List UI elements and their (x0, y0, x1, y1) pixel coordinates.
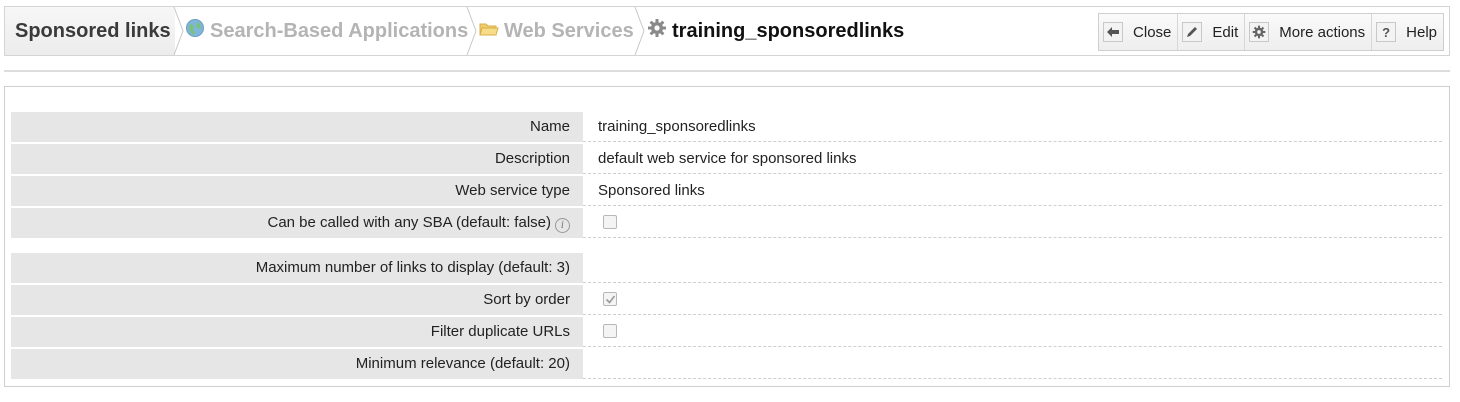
breadcrumb-current: training_sponsoredlinks (647, 7, 904, 55)
globe-icon (185, 18, 205, 44)
field-label: Filter duplicate URLs (11, 317, 583, 347)
edit-button[interactable]: Edit (1178, 14, 1246, 50)
action-toolbar: Close Edit More actions ? Help (1098, 13, 1444, 51)
web-service-form: Name training_sponsoredlinks Description… (4, 86, 1450, 387)
field-label: Sort by order (11, 285, 583, 315)
form-row-any-sba: Can be called with any SBA (default: fal… (11, 208, 1442, 239)
help-icon: ? (1376, 22, 1397, 42)
breadcrumb-root[interactable]: Sponsored links (5, 7, 175, 55)
field-label: Maximum number of links to display (defa… (11, 253, 583, 283)
more-actions-button[interactable]: More actions (1245, 14, 1373, 50)
pencil-icon (1182, 22, 1203, 42)
sort-by-order-value (583, 285, 1442, 315)
help-button-label: Help (1406, 23, 1437, 41)
name-value: training_sponsoredlinks (583, 112, 1442, 142)
form-row-filter-duplicates: Filter duplicate URLs (11, 317, 1442, 348)
breadcrumb-separator (634, 7, 646, 55)
breadcrumb-item-web-services[interactable]: Web Services (479, 7, 634, 55)
breadcrumb-item-label: Search-Based Applications (210, 19, 469, 42)
field-label: Can be called with any SBA (default: fal… (11, 208, 583, 238)
breadcrumb-item-search-based-applications[interactable]: Search-Based Applications (185, 7, 468, 55)
close-button-label: Close (1133, 23, 1172, 41)
folder-icon (479, 20, 499, 43)
divider (4, 70, 1450, 72)
close-button[interactable]: Close (1099, 14, 1179, 50)
field-label: Web service type (11, 176, 583, 206)
close-arrow-icon (1103, 22, 1124, 42)
form-row-min-relevance: Minimum relevance (default: 20) (11, 349, 1442, 380)
any-sba-value (583, 208, 1442, 238)
max-links-value (583, 253, 1442, 283)
breadcrumb-separator (466, 7, 478, 55)
form-row-sort-by-order: Sort by order (11, 285, 1442, 316)
sort-by-order-checkbox[interactable] (603, 292, 617, 306)
checkmark-icon (605, 295, 616, 304)
help-button[interactable]: ? Help (1372, 14, 1443, 50)
filter-duplicates-checkbox[interactable] (603, 324, 617, 338)
field-label: Minimum relevance (default: 20) (11, 349, 583, 379)
gear-icon (647, 18, 667, 44)
breadcrumb-item-label: Web Services (504, 19, 634, 42)
web-service-type-value: Sponsored links (583, 176, 1442, 206)
gear-icon (1249, 22, 1270, 42)
form-row-web-service-type: Web service type Sponsored links (11, 176, 1442, 207)
breadcrumb-root-label: Sponsored links (15, 19, 171, 42)
form-row-max-links: Maximum number of links to display (defa… (11, 253, 1442, 284)
breadcrumb: Sponsored links Search-Based Application… (4, 6, 1450, 56)
min-relevance-value (583, 349, 1442, 379)
form-row-name: Name training_sponsoredlinks (11, 112, 1442, 143)
info-icon[interactable]: i (555, 218, 570, 233)
any-sba-checkbox[interactable] (603, 215, 617, 229)
any-sba-label: Can be called with any SBA (default: fal… (267, 214, 552, 231)
description-value: default web service for sponsored links (583, 144, 1442, 174)
field-label: Description (11, 144, 583, 174)
filter-duplicates-value (583, 317, 1442, 347)
form-row-description: Description default web service for spon… (11, 144, 1442, 175)
field-label: Name (11, 112, 583, 142)
more-actions-button-label: More actions (1279, 23, 1366, 41)
edit-button-label: Edit (1212, 23, 1239, 41)
breadcrumb-separator (173, 7, 185, 55)
page-title: training_sponsoredlinks (672, 19, 905, 42)
